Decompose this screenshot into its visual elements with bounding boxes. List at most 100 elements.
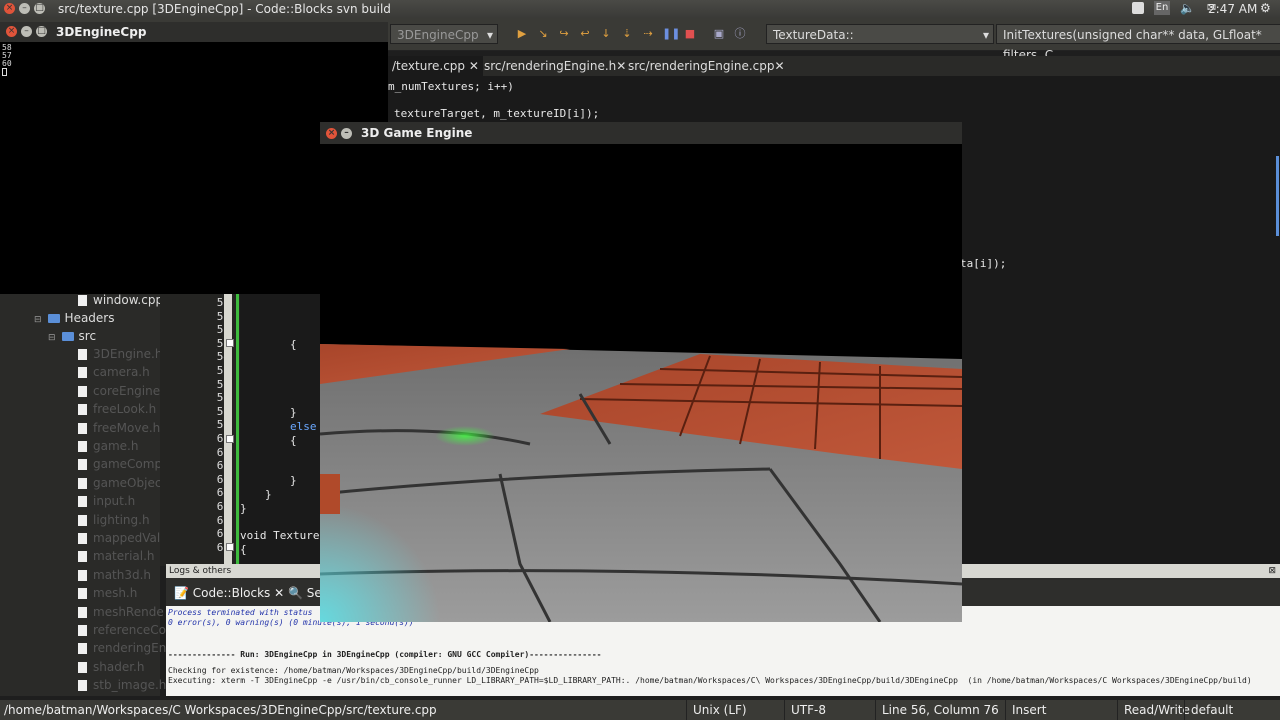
close-icon[interactable]: ✕ (274, 586, 284, 600)
tab-texture-cpp[interactable]: /texture.cpp ✕ (388, 56, 483, 76)
tree-file[interactable]: gameObject (78, 474, 166, 492)
tree-file[interactable]: lighting.h (78, 511, 150, 529)
function-combo[interactable]: InitTextures(unsigned char** data, GLflo… (996, 24, 1280, 62)
tree-label: mesh.h (93, 586, 138, 601)
build-target-combo[interactable]: 3DEngineCpp ▾ (390, 24, 498, 44)
tree-file[interactable]: mappedVal (78, 529, 160, 547)
fold-marker-icon[interactable] (226, 543, 234, 551)
tree-label: math3d.h (93, 567, 152, 582)
tree-file-window-cpp[interactable]: window.cpp (78, 291, 163, 309)
file-icon (78, 385, 87, 397)
tree-file[interactable]: camera.h (78, 363, 150, 381)
tab-label: Code::Blocks (192, 586, 271, 600)
folder-icon (47, 314, 60, 323)
console-line: 60 (2, 59, 12, 68)
close-icon[interactable]: × (4, 3, 15, 14)
fold-marker-icon[interactable] (226, 339, 234, 347)
code-brace: } (265, 488, 272, 501)
tree-file[interactable]: mesh.h (78, 584, 137, 602)
game-window-title: 3D Game Engine (361, 126, 473, 140)
tree-file[interactable]: shader.h (78, 658, 144, 676)
file-icon (78, 680, 87, 692)
code-brace: } (240, 502, 247, 515)
debug-windows-icon[interactable]: ▣ (712, 27, 726, 41)
minimize-icon[interactable]: – (21, 26, 32, 37)
next-line-icon[interactable]: ↓ (599, 27, 613, 41)
keyboard-layout-indicator[interactable]: En (1154, 1, 1170, 15)
close-icon[interactable]: × (326, 128, 337, 139)
scope-value: TextureData:: (773, 28, 854, 42)
gear-icon[interactable]: ⚙ (1260, 1, 1271, 15)
network-icon[interactable] (1132, 2, 1144, 14)
tree-file[interactable]: material.h (78, 547, 155, 565)
maximize-icon[interactable]: □ (36, 26, 47, 37)
maximize-icon[interactable]: □ (34, 3, 45, 14)
tree-file[interactable]: game.h (78, 437, 138, 455)
build-target-value: 3DEngineCpp (397, 28, 479, 42)
run-icon[interactable]: ▶ (515, 27, 529, 41)
tree-label: coreEngine (93, 383, 161, 398)
tree-label: gameComp (93, 457, 163, 472)
file-icon (78, 367, 87, 379)
tree-file[interactable]: gameComp (78, 455, 162, 473)
tree-file[interactable]: coreEngine (78, 382, 160, 400)
close-icon[interactable]: × (6, 26, 17, 37)
clock-time[interactable]: 2:47 AM (1208, 2, 1257, 16)
status-eol: Unix (LF) (686, 700, 773, 720)
pause-icon[interactable]: ❚❚ (662, 27, 680, 41)
file-icon (78, 496, 87, 508)
file-icon (78, 569, 87, 581)
step-out-icon[interactable]: ↩ (578, 27, 592, 41)
volume-icon[interactable]: 🔈 (1180, 1, 1195, 15)
tree-label: mappedVal (93, 531, 161, 545)
stop-icon[interactable]: ■ (683, 27, 697, 41)
game-viewport[interactable] (320, 144, 962, 622)
step-into-icon[interactable]: ↘ (536, 27, 550, 41)
tree-folder-headers[interactable]: ⊟ Headers (34, 309, 115, 327)
close-icon[interactable]: ✕ (469, 59, 479, 73)
tab-label: src/renderingEngine.h (484, 59, 617, 73)
tree-file[interactable]: meshRende (78, 603, 164, 621)
code-line: textureTarget, m_textureID[i]); (394, 107, 600, 120)
system-title-bar: × – □ src/texture.cpp [3DEngineCpp] - Co… (0, 0, 1280, 18)
minimize-icon[interactable]: – (19, 3, 30, 14)
tree-file[interactable]: freeMove.h (78, 419, 160, 437)
tree-label: 3DEngine.h (93, 347, 163, 361)
project-tree[interactable]: window.cpp ⊟ Headers ⊟ src 3DEngine.h camer… (0, 291, 166, 696)
tab-codeblocks-log[interactable]: 📝 Code::Blocks ✕ (174, 584, 284, 602)
tree-file[interactable]: referenceCo (78, 621, 166, 639)
collapse-icon[interactable]: ⊟ (34, 315, 42, 325)
tab-rendering-engine-cpp[interactable]: src/renderingEngine.cpp✕ (624, 56, 789, 76)
fold-marker-icon[interactable] (226, 435, 234, 443)
scope-combo[interactable]: TextureData:: ▾ (766, 24, 994, 44)
tree-file[interactable]: renderingEn (78, 639, 166, 657)
minimize-icon[interactable]: – (341, 128, 352, 139)
tree-label: lighting.h (93, 512, 150, 527)
file-icon (78, 514, 87, 526)
tree-folder-src[interactable]: ⊟ src (48, 327, 96, 345)
tree-file[interactable]: math3d.h (78, 566, 151, 584)
next-instruction-icon[interactable]: ⇣ (620, 27, 634, 41)
scrollbar-thumb[interactable] (1276, 156, 1279, 236)
step-over-icon[interactable]: ↪ (557, 27, 571, 41)
file-icon (78, 295, 87, 306)
tree-file[interactable]: stb_image.h (78, 676, 166, 694)
code-fragment-area[interactable]: { } else { } } } void TextureD { (240, 294, 322, 566)
tree-file[interactable]: 3DEngine.h (78, 345, 162, 363)
close-icon[interactable]: ⊠ (1268, 564, 1276, 578)
step-instruction-icon[interactable]: ⇢ (641, 27, 655, 41)
tree-label: material.h (93, 549, 155, 564)
tree-file[interactable]: freeLook.h (78, 400, 156, 418)
file-icon (78, 477, 87, 489)
close-icon[interactable]: ✕ (774, 59, 784, 73)
code-brace: } (290, 406, 297, 419)
tab-rendering-engine-h[interactable]: src/renderingEngine.h✕ (480, 56, 630, 76)
tree-file[interactable]: input.h (78, 492, 135, 510)
code-line: m_numTextures; i++) (388, 80, 514, 93)
collapse-icon[interactable]: ⊟ (48, 333, 56, 343)
file-icon (78, 625, 87, 636)
document-icon: 📝 (174, 586, 189, 600)
file-icon (78, 404, 87, 416)
info-icon[interactable]: ⓘ (733, 27, 747, 41)
window-title: src/texture.cpp [3DEngineCpp] - Code::Bl… (58, 2, 391, 16)
